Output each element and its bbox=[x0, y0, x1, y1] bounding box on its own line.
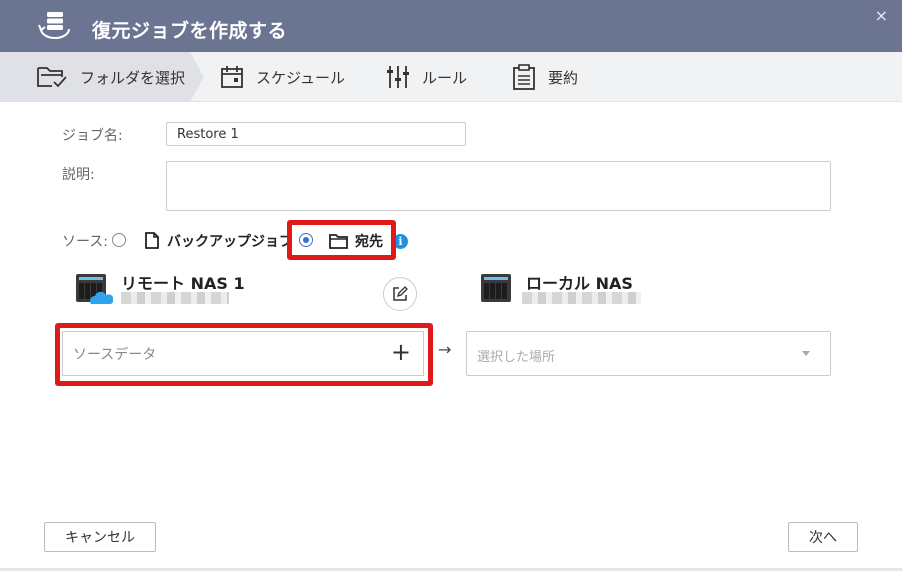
step-label: 要約 bbox=[548, 68, 579, 87]
arrow-icon: → bbox=[438, 340, 452, 359]
add-source-icon[interactable]: + bbox=[391, 340, 411, 364]
local-nas-address-redacted bbox=[522, 292, 641, 304]
next-button[interactable]: 次へ bbox=[788, 522, 858, 552]
radio-backup-job[interactable] bbox=[112, 233, 126, 247]
source-data-placeholder: ソースデータ bbox=[73, 347, 157, 363]
job-name-label: ジョブ名: bbox=[62, 128, 123, 144]
local-nas-name: ローカル NAS bbox=[526, 274, 633, 293]
source-data-field[interactable]: ソースデータ + bbox=[62, 331, 424, 376]
step-label: スケジュール bbox=[256, 68, 345, 87]
destination-label: 宛先 bbox=[355, 234, 383, 250]
title-bar: 復元ジョブを作成する × bbox=[0, 0, 902, 52]
step-label: フォルダを選択 bbox=[80, 68, 186, 87]
step-label: ルール bbox=[422, 68, 468, 87]
dialog-title: 復元ジョブを作成する bbox=[92, 20, 288, 42]
chevron-down-icon bbox=[802, 351, 810, 356]
info-icon[interactable]: i bbox=[393, 234, 408, 249]
destination-select[interactable]: 選択した場所 bbox=[466, 331, 831, 376]
sliders-icon bbox=[387, 66, 409, 88]
step-schedule[interactable]: スケジュール bbox=[220, 52, 345, 102]
remote-nas-name: リモート NAS 1 bbox=[121, 274, 245, 293]
description-field[interactable] bbox=[166, 161, 831, 211]
calendar-icon bbox=[221, 66, 243, 88]
cloud-nas-icon bbox=[76, 274, 113, 304]
backup-job-label: バックアップジョブ bbox=[167, 234, 289, 250]
destination-placeholder: 選択した場所 bbox=[477, 350, 556, 365]
source-label: ソース: bbox=[62, 234, 109, 250]
close-button[interactable]: × bbox=[875, 6, 888, 25]
remote-nas-address-redacted bbox=[121, 292, 229, 304]
radio-destination[interactable] bbox=[299, 233, 313, 247]
edit-icon bbox=[393, 286, 408, 301]
cancel-button[interactable]: キャンセル bbox=[44, 522, 156, 552]
folder-icon bbox=[329, 234, 348, 249]
step-rules[interactable]: ルール bbox=[386, 52, 467, 102]
description-label: 説明: bbox=[62, 167, 95, 183]
job-name-input[interactable] bbox=[166, 122, 466, 146]
step-select-folder[interactable]: フォルダを選択 bbox=[36, 52, 185, 102]
nas-icon bbox=[481, 274, 511, 302]
document-icon bbox=[145, 232, 159, 249]
folder-check-icon bbox=[37, 67, 67, 88]
clipboard-icon bbox=[513, 64, 535, 90]
step-summary[interactable]: 要約 bbox=[512, 52, 578, 102]
wizard-steps: フォルダを選択 スケジュール ルール 要約 bbox=[0, 52, 902, 102]
restore-icon bbox=[38, 12, 70, 39]
edit-button[interactable] bbox=[383, 277, 417, 311]
